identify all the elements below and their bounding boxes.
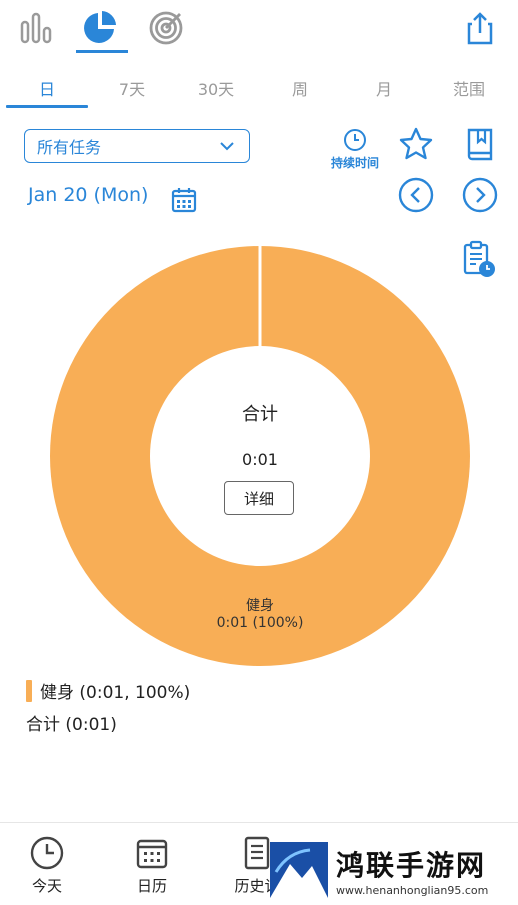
book-icon [467, 128, 493, 161]
task-filter-value: 所有任务 [37, 138, 102, 157]
nav-today[interactable]: 今天 [12, 835, 82, 896]
target-graphic [149, 11, 183, 45]
slice-label-value: 0:01 (100%) [216, 615, 304, 631]
duration-sort-button[interactable]: 持续时间 [322, 126, 388, 172]
nav-calendar[interactable]: 日历 [117, 835, 187, 896]
legend-item[interactable]: 健身 (0:01, 100%) [26, 678, 190, 703]
previous-day-button[interactable] [396, 175, 436, 215]
star-icon [399, 127, 433, 160]
nav-calendar-label: 日历 [136, 877, 167, 895]
star-button[interactable] [396, 124, 436, 164]
calendar-icon [171, 188, 197, 213]
date-label[interactable]: Jan 20 (Mon) [28, 184, 148, 206]
share-graphic [467, 12, 493, 45]
calendar-icon [136, 839, 168, 869]
next-day-button[interactable] [460, 175, 500, 215]
legend-total-label: 合计 (0:01) [26, 715, 117, 735]
pie-chart-icon[interactable] [80, 8, 120, 48]
details-button[interactable]: 详细 [224, 481, 294, 515]
chevron-right-icon [462, 177, 498, 213]
watermark-url: www.henanhonglian95.com [336, 883, 489, 897]
tab-week[interactable]: 周 [257, 70, 343, 106]
bar-chart-graphic [20, 12, 52, 44]
chart-center-value: 0:01 [242, 450, 278, 469]
task-filter-select[interactable]: 所有任务 [24, 129, 250, 163]
tab-range[interactable]: 范围 [426, 70, 512, 106]
slice-label-name: 健身 [246, 598, 274, 614]
target-icon[interactable] [146, 8, 186, 48]
legend-color-swatch [26, 679, 32, 702]
duration-sort-label: 持续时间 [330, 155, 379, 170]
nav-today-label: 今天 [31, 877, 62, 895]
toolbar-active-indicator [76, 50, 128, 53]
clock-icon [344, 128, 366, 151]
calendar-picker-button[interactable] [168, 184, 200, 216]
chart-center-title: 合计 [242, 404, 278, 425]
legend-total: 合计 (0:01) [26, 710, 117, 735]
pie-chart-graphic [84, 11, 116, 43]
tab-day[interactable]: 日 [4, 70, 90, 108]
watermark: 鸿联手游网 www.henanhonglian95.com [270, 840, 512, 900]
watermark-brand: 鸿联手游网 [336, 848, 487, 882]
share-icon[interactable] [460, 8, 500, 48]
watermark-text: 鸿联手游网 www.henanhonglian95.com [336, 844, 488, 897]
watermark-logo-icon [270, 842, 328, 898]
chevron-down-icon [220, 142, 234, 151]
tab-month[interactable]: 月 [341, 70, 427, 106]
chevron-left-icon [398, 177, 434, 213]
legend-item-label: 健身 (0:01, 100%) [40, 683, 191, 703]
book-button[interactable] [460, 124, 500, 164]
clock-icon [30, 836, 64, 870]
tab-7-days[interactable]: 7天 [89, 70, 175, 106]
tab-30-days[interactable]: 30天 [173, 70, 259, 106]
bar-chart-icon[interactable] [16, 8, 56, 48]
